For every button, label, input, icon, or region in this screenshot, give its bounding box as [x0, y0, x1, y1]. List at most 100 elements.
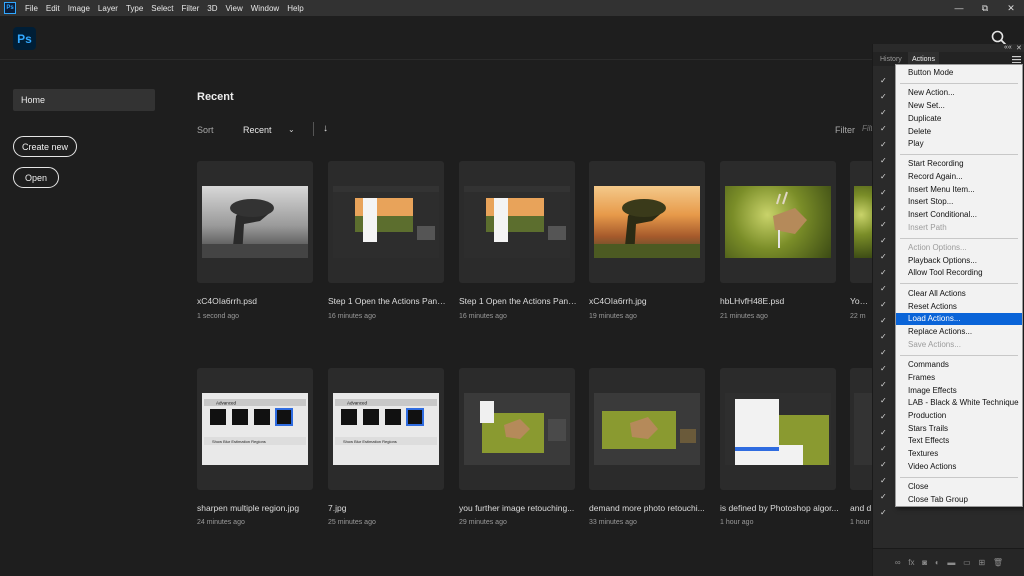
folder-icon[interactable]: ▬ [947, 558, 955, 567]
file-card[interactable] [459, 161, 575, 283]
file-name[interactable]: hbLHvfH48E.psd [720, 296, 840, 306]
menu-item-new-action[interactable]: New Action... [896, 87, 1022, 99]
checkmark-icon[interactable]: ✓ [880, 172, 887, 181]
checkmark-icon[interactable]: ✓ [880, 108, 887, 117]
checkmark-icon[interactable]: ✓ [880, 268, 887, 277]
menu-item-image-effects[interactable]: Image Effects [896, 385, 1022, 397]
checkmark-icon[interactable]: ✓ [880, 316, 887, 325]
menu-3d[interactable]: 3D [203, 4, 221, 13]
close-icon[interactable]: ✕ [998, 0, 1024, 16]
checkmark-icon[interactable]: ✓ [880, 364, 887, 373]
checkmark-icon[interactable]: ✓ [880, 284, 887, 293]
file-name[interactable]: Step 1 Open the Actions Pane... [328, 296, 448, 306]
file-card[interactable] [720, 161, 836, 283]
open-button[interactable]: Open [13, 167, 59, 188]
panel-menu-icon[interactable] [1012, 56, 1021, 63]
chevron-down-icon[interactable]: ⌄ [288, 125, 295, 134]
file-name[interactable]: you further image retouching... [459, 503, 579, 513]
sort-direction-icon[interactable]: ↓ [323, 123, 328, 134]
file-name[interactable]: Step 1 Open the Actions Pane... [459, 296, 579, 306]
menu-select[interactable]: Select [147, 4, 177, 13]
file-card[interactable] [850, 368, 874, 490]
file-name[interactable]: 7.jpg [328, 503, 448, 513]
file-card[interactable] [197, 161, 313, 283]
minimize-icon[interactable]: — [946, 0, 972, 16]
close-panel-icon[interactable]: ✕ [1016, 44, 1022, 52]
file-name[interactable]: You m [850, 296, 872, 306]
menu-window[interactable]: Window [247, 4, 283, 13]
menu-item-frames[interactable]: Frames [896, 372, 1022, 384]
menu-item-lab-bw-technique[interactable]: LAB - Black & White Technique [896, 397, 1022, 409]
file-card[interactable] [720, 368, 836, 490]
checkmark-icon[interactable]: ✓ [880, 92, 887, 101]
checkmark-icon[interactable]: ✓ [880, 348, 887, 357]
checkmark-icon[interactable]: ✓ [880, 124, 887, 133]
menu-type[interactable]: Type [122, 4, 147, 13]
checkmark-icon[interactable]: ✓ [880, 476, 887, 485]
file-name[interactable]: demand more photo retouchi... [589, 503, 709, 513]
mask-icon[interactable]: ◙ [922, 558, 927, 567]
menu-item-record-again[interactable]: Record Again... [896, 171, 1022, 183]
file-card[interactable] [459, 368, 575, 490]
menu-item-stars-trails[interactable]: Stars Trails [896, 423, 1022, 435]
menu-image[interactable]: Image [64, 4, 94, 13]
menu-item-allow-tool-recording[interactable]: Allow Tool Recording [896, 267, 1022, 279]
menu-item-insert-stop[interactable]: Insert Stop... [896, 196, 1022, 208]
checkmark-icon[interactable]: ✓ [880, 220, 887, 229]
link-icon[interactable]: ∞ [895, 558, 901, 567]
file-name[interactable]: and d [850, 503, 872, 513]
checkmark-icon[interactable]: ✓ [880, 428, 887, 437]
menu-item-textures[interactable]: Textures [896, 448, 1022, 460]
add-icon[interactable]: ⊞ [978, 558, 985, 567]
checkmark-icon[interactable]: ✓ [880, 188, 887, 197]
restore-icon[interactable]: ⧉ [972, 0, 998, 16]
checkmark-icon[interactable]: ✓ [880, 332, 887, 341]
checkmark-icon[interactable]: ✓ [880, 444, 887, 453]
file-name[interactable]: is defined by Photoshop algor... [720, 503, 840, 513]
checkmark-icon[interactable]: ✓ [880, 140, 887, 149]
new-item-icon[interactable]: ▭ [963, 558, 971, 567]
menu-item-button-mode[interactable]: Button Mode [896, 67, 1022, 79]
file-card[interactable]: Advanced Show Blur Estimation Regions [328, 368, 444, 490]
menu-item-clear-all-actions[interactable]: Clear All Actions [896, 288, 1022, 300]
menu-item-insert-menu-item[interactable]: Insert Menu Item... [896, 184, 1022, 196]
adjustment-icon[interactable]: ◐ [935, 558, 940, 567]
menu-item-close[interactable]: Close [896, 481, 1022, 493]
trash-icon[interactable]: 🗑 [993, 558, 1003, 567]
fx-icon[interactable]: fx [908, 558, 914, 567]
checkmark-icon[interactable]: ✓ [880, 460, 887, 469]
menu-item-duplicate[interactable]: Duplicate [896, 113, 1022, 125]
menu-filter[interactable]: Filter [178, 4, 204, 13]
menu-item-close-tab-group[interactable]: Close Tab Group [896, 494, 1022, 506]
menu-item-production[interactable]: Production [896, 410, 1022, 422]
menu-help[interactable]: Help [283, 4, 307, 13]
sort-dropdown[interactable]: Recent [243, 125, 272, 135]
menu-item-delete[interactable]: Delete [896, 126, 1022, 138]
menu-file[interactable]: File [21, 4, 42, 13]
checkmark-icon[interactable]: ✓ [880, 156, 887, 165]
checkmark-icon[interactable]: ✓ [880, 300, 887, 309]
menu-item-text-effects[interactable]: Text Effects [896, 435, 1022, 447]
checkmark-icon[interactable]: ✓ [880, 252, 887, 261]
menu-item-play[interactable]: Play [896, 138, 1022, 150]
menu-view[interactable]: View [222, 4, 247, 13]
create-new-button[interactable]: Create new [13, 136, 77, 157]
file-name[interactable]: xC4OIa6rrh.jpg [589, 296, 709, 306]
file-card[interactable] [328, 161, 444, 283]
checkmark-icon[interactable]: ✓ [880, 380, 887, 389]
file-name[interactable]: xC4OIa6rrh.psd [197, 296, 317, 306]
menu-item-load-actions[interactable]: Load Actions... [896, 313, 1022, 325]
menu-item-playback-options[interactable]: Playback Options... [896, 255, 1022, 267]
file-card[interactable]: Advanced Show Blur Estimation Regions [197, 368, 313, 490]
menu-item-start-recording[interactable]: Start Recording [896, 158, 1022, 170]
sidebar-item-home[interactable]: Home [13, 89, 155, 111]
file-name[interactable]: sharpen multiple region.jpg [197, 503, 317, 513]
menu-item-commands[interactable]: Commands [896, 359, 1022, 371]
menu-item-insert-conditional[interactable]: Insert Conditional... [896, 209, 1022, 221]
checkmark-icon[interactable]: ✓ [880, 236, 887, 245]
checkmark-icon[interactable]: ✓ [880, 76, 887, 85]
menu-item-replace-actions[interactable]: Replace Actions... [896, 326, 1022, 338]
collapse-panel-icon[interactable]: «« [1004, 44, 1012, 51]
menu-layer[interactable]: Layer [94, 4, 122, 13]
menu-item-reset-actions[interactable]: Reset Actions [896, 301, 1022, 313]
